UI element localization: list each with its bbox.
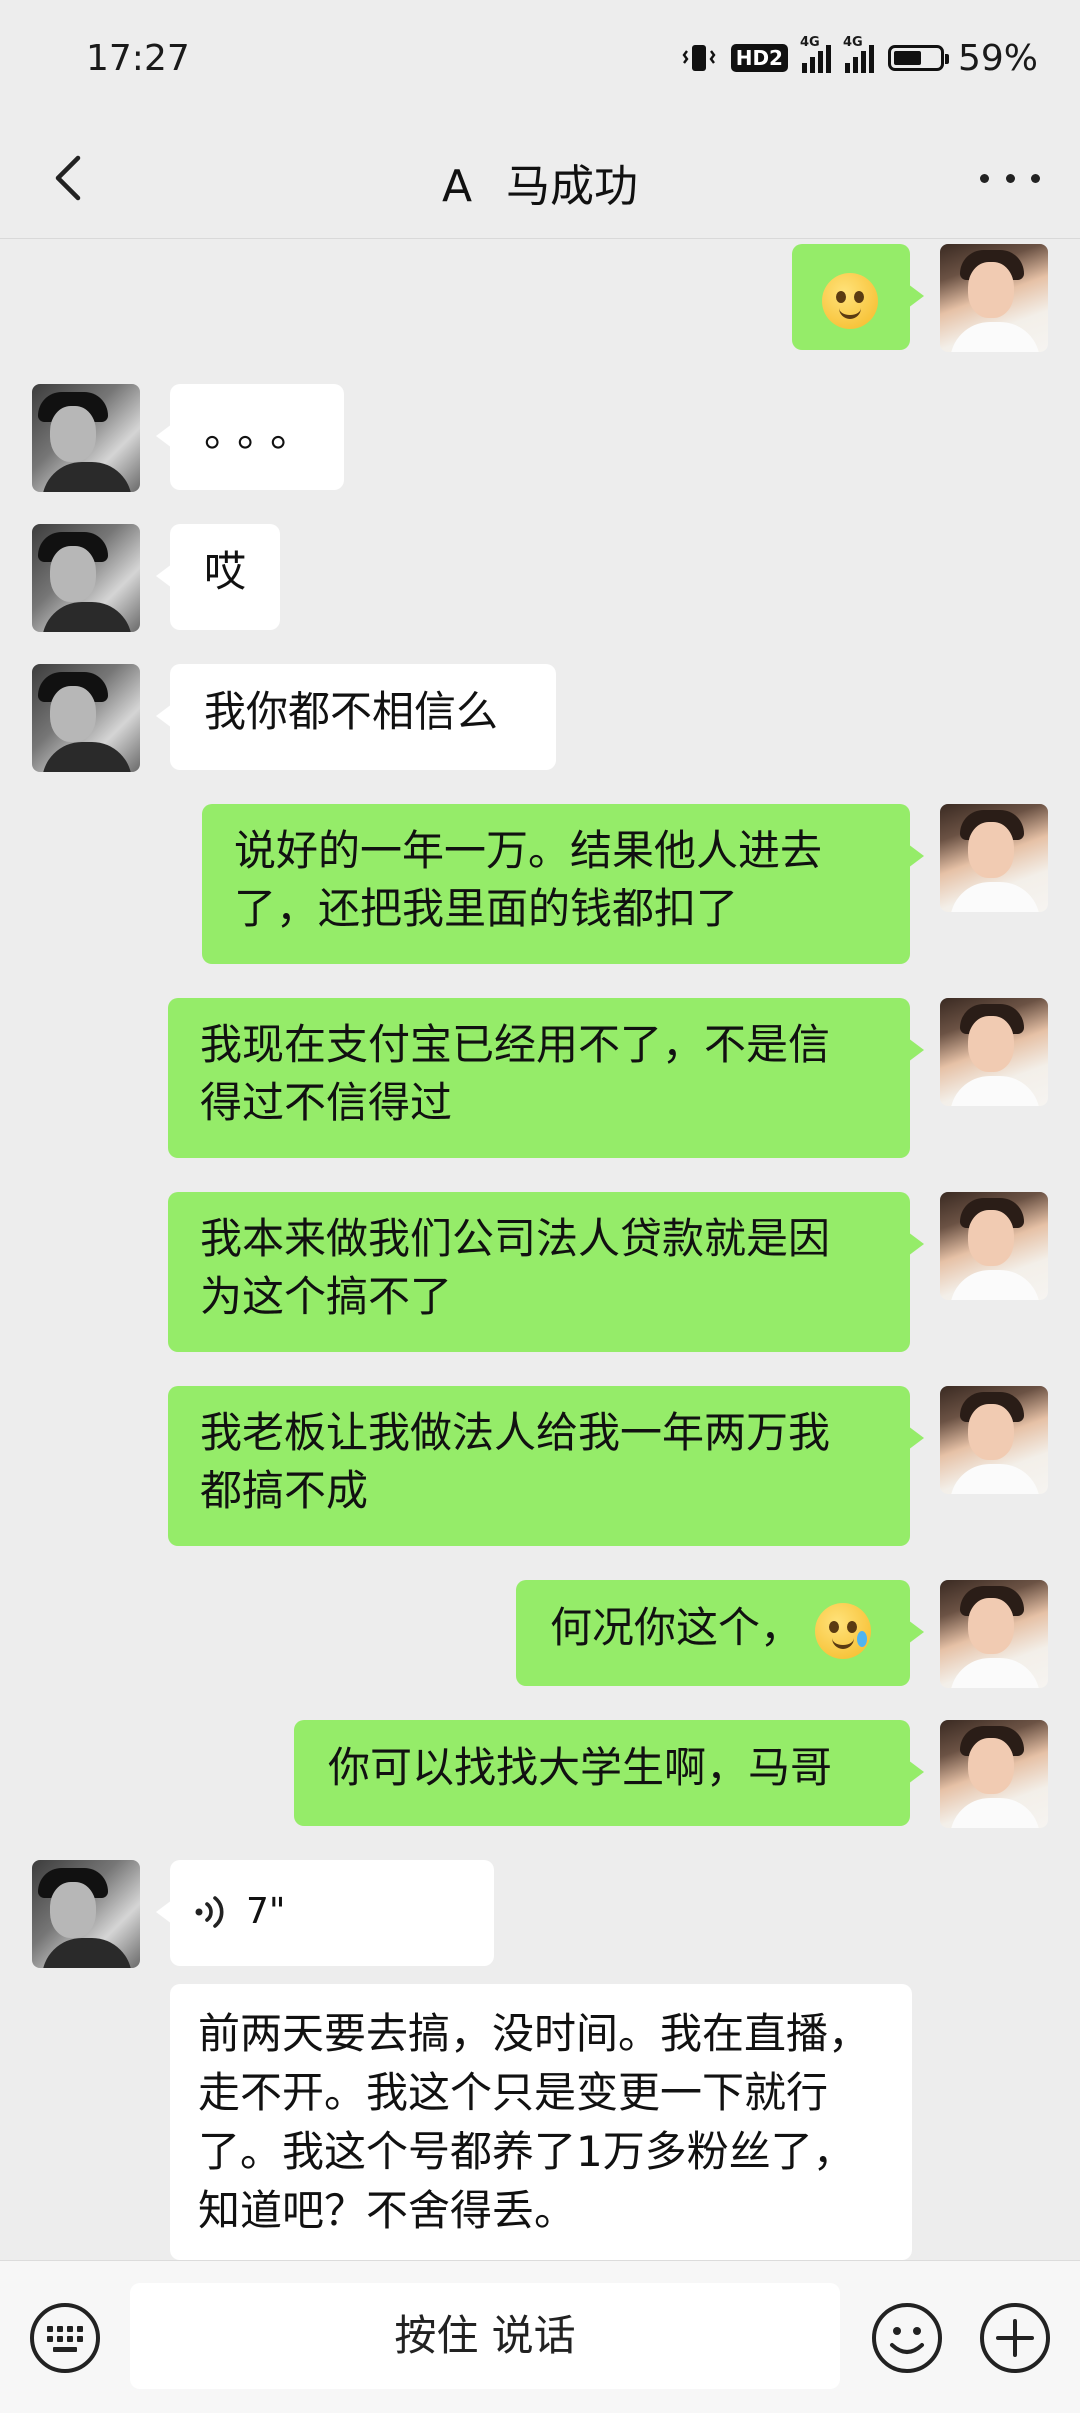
message-line: 得过不信得过 xyxy=(200,1078,453,1127)
avatar-self[interactable] xyxy=(940,1386,1048,1494)
pleading-face-emoji-icon xyxy=(822,272,878,329)
transcript-line: 知道吧？不舍得丢。 xyxy=(198,2186,577,2235)
voice-wave-icon xyxy=(195,1896,224,1928)
message-bubble-out[interactable]: 我老板让我做法人给我一年两万我 都搞不成 xyxy=(168,1386,924,1546)
hd-badge: HD2 xyxy=(730,44,788,72)
message-line: 我老板让我做法人给我一年两万我 xyxy=(200,1408,831,1457)
message-bubble-out[interactable]: 我现在支付宝已经用不了，不是信 得过不信得过 xyxy=(168,998,924,1158)
message-line: 都搞不成 xyxy=(200,1466,369,1515)
avatar-self[interactable] xyxy=(940,1720,1048,1828)
transcript-line: 前两天要去搞，没时间。我在直播， xyxy=(198,2009,871,2058)
transcript-line: 了。我这个号都养了1万多粉丝了， xyxy=(198,2127,855,2176)
hold-to-talk-button[interactable]: 按住 说话 xyxy=(130,2283,840,2389)
smiley-icon[interactable] xyxy=(870,2301,944,2375)
title-prefix: A xyxy=(441,161,473,212)
avatar-contact[interactable] xyxy=(32,384,140,492)
chat-title: A 马成功 xyxy=(0,150,1080,214)
message-bubble-in[interactable]: 我你都不相信么 xyxy=(156,664,556,770)
battery-percent: 59% xyxy=(957,37,1038,79)
message-line: 了，还把我里面的钱都扣了 xyxy=(234,884,739,933)
vibrate-icon xyxy=(682,45,716,71)
message-text: 何况你这个， xyxy=(550,1603,803,1652)
message-bubble-out[interactable] xyxy=(792,244,924,350)
voice-duration: 7" xyxy=(246,1891,286,1932)
more-dots-icon[interactable] xyxy=(980,148,1040,208)
signal-icon-1: 4G xyxy=(800,35,831,73)
keyboard-icon[interactable] xyxy=(28,2301,102,2375)
message-line: 为这个搞不了 xyxy=(200,1272,453,1321)
message-bubble-out[interactable]: 说好的一年一万。结果他人进去 了，还把我里面的钱都扣了 xyxy=(202,804,924,964)
chat-header: A 马成功 xyxy=(0,120,1080,239)
avatar-contact[interactable] xyxy=(32,664,140,772)
message-bubble-in[interactable]: 哎 xyxy=(156,524,280,630)
message-bubble-out[interactable]: 你可以找找大学生啊，马哥 xyxy=(294,1720,924,1826)
battery-icon xyxy=(887,45,949,71)
avatar-self[interactable] xyxy=(940,1192,1048,1300)
avatar-self[interactable] xyxy=(940,998,1048,1106)
status-time: 17:27 xyxy=(86,38,190,79)
status-icons: HD2 4G 4G 59% xyxy=(681,35,1038,80)
input-bar: 按住 说话 xyxy=(0,2260,1080,2413)
message-line: 我现在支付宝已经用不了，不是信 xyxy=(200,1020,831,1069)
avatar-contact[interactable] xyxy=(32,524,140,632)
message-line: 我本来做我们公司法人贷款就是因 xyxy=(200,1214,831,1263)
contact-name: 马成功 xyxy=(506,161,639,212)
laughing-crying-emoji-icon xyxy=(815,1602,872,1659)
message-bubble-in[interactable]: 。。。 xyxy=(156,384,344,490)
avatar-self[interactable] xyxy=(940,1580,1048,1688)
voice-message-bubble[interactable]: 7" xyxy=(156,1860,494,1966)
status-bar: 17:27 HD2 4G 4G 59% xyxy=(0,0,1080,120)
avatar-contact[interactable] xyxy=(32,1860,140,1968)
message-bubble-out[interactable]: 何况你这个， xyxy=(516,1580,924,1686)
message-line: 说好的一年一万。结果他人进去 xyxy=(234,826,823,875)
plus-icon[interactable] xyxy=(978,2301,1052,2375)
message-bubble-out[interactable]: 我本来做我们公司法人贷款就是因 为这个搞不了 xyxy=(168,1192,924,1352)
voice-transcript: 前两天要去搞，没时间。我在直播， 走不开。我这个只是变更一下就行 了。我这个号都… xyxy=(170,1984,912,2260)
transcript-line: 走不开。我这个只是变更一下就行 xyxy=(198,2068,829,2117)
avatar-self[interactable] xyxy=(940,804,1048,912)
avatar-self[interactable] xyxy=(940,244,1048,352)
signal-icon-2: 4G xyxy=(843,35,874,73)
